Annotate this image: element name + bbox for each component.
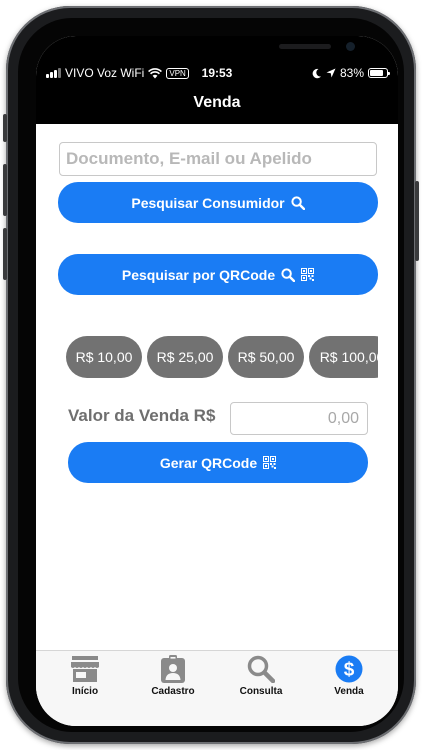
- qrcode-icon: [301, 268, 315, 281]
- search-icon: [291, 195, 305, 210]
- tab-consulta[interactable]: Consulta: [226, 655, 296, 705]
- sale-value-input[interactable]: [230, 402, 368, 435]
- battery-icon: [368, 68, 390, 78]
- app-screen: VIVO Voz WiFi VPN 19:53 83% Venda Docume…: [36, 36, 398, 726]
- tab-label: Início: [71, 686, 99, 697]
- amount-button-10[interactable]: R$ 10,00: [66, 336, 142, 378]
- dollar-icon: $: [335, 655, 363, 683]
- tab-bar: Início Cadastro Consulta $ Venda: [36, 650, 398, 726]
- store-icon: [71, 656, 99, 682]
- location-arrow-icon: [326, 68, 336, 78]
- tab-label: Cadastro: [151, 686, 195, 697]
- qrcode-icon: [263, 456, 277, 469]
- notch: [124, 36, 355, 66]
- search-consumer-button[interactable]: Pesquisar Consumidor: [58, 182, 378, 223]
- generate-qrcode-label: Gerar QRCode: [159, 454, 258, 471]
- sale-value-label: Valor da Venda R$: [68, 406, 216, 425]
- page-title: Venda: [193, 94, 241, 111]
- generate-qrcode-button[interactable]: Gerar QRCode: [68, 442, 368, 483]
- search-icon: [247, 655, 275, 683]
- search-icon: [281, 267, 296, 282]
- tab-cadastro[interactable]: Cadastro: [138, 655, 208, 705]
- amount-button-100[interactable]: R$ 100,00: [309, 336, 378, 378]
- top-bar: VIVO Voz WiFi VPN 19:53 83% Venda: [36, 36, 398, 124]
- amount-presets: R$ 10,00 R$ 25,00 R$ 50,00 R$ 100,00: [66, 336, 378, 378]
- tab-label: Venda: [334, 686, 364, 697]
- search-qrcode-label: Pesquisar por QRCode: [121, 266, 276, 283]
- tab-label: Consulta: [239, 686, 283, 697]
- svg-text:$: $: [344, 660, 355, 681]
- tab-venda[interactable]: $ Venda: [314, 655, 384, 705]
- search-consumer-label: Pesquisar Consumidor: [131, 194, 285, 211]
- battery-percent: 83%: [339, 66, 364, 80]
- search-input[interactable]: [59, 142, 377, 176]
- phone-frame: VIVO Voz WiFi VPN 19:53 83% Venda Docume…: [3, 6, 419, 744]
- amount-button-50[interactable]: R$ 50,00: [228, 336, 304, 378]
- amount-button-25[interactable]: R$ 25,00: [147, 336, 223, 378]
- camera-icon: [346, 42, 355, 51]
- tab-inicio[interactable]: Início: [50, 655, 120, 705]
- search-qrcode-button[interactable]: Pesquisar por QRCode: [58, 254, 378, 295]
- moon-icon: [312, 68, 321, 78]
- id-badge-icon: [161, 655, 185, 683]
- status-right: 83%: [311, 66, 390, 80]
